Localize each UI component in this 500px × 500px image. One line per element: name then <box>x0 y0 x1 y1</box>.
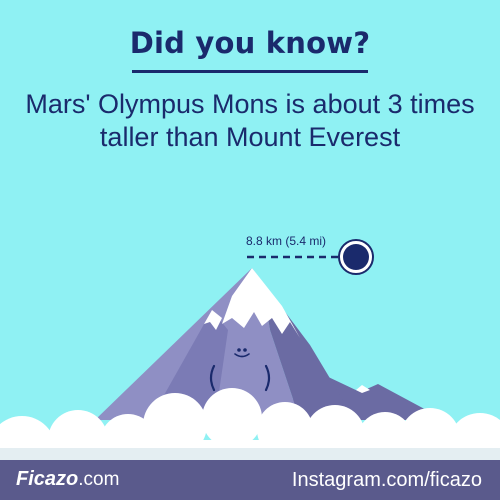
height-marker-dot <box>343 244 369 270</box>
footer-bar: Ficazo.com Instagram.com/ficazo <box>0 460 500 500</box>
brand-tld: .com <box>78 469 120 490</box>
brand-logo[interactable]: Ficazo.com <box>16 468 119 491</box>
height-label: 8.8 km (5.4 mi) <box>246 234 327 248</box>
infographic: Did you know? Mars' Olympus Mons is abou… <box>0 0 500 500</box>
mountain-eye-left <box>237 348 241 352</box>
instagram-link[interactable]: Instagram.com/ficazo <box>292 469 482 492</box>
brand-name: Ficazo <box>16 468 79 490</box>
mountain-eye-right <box>243 348 247 352</box>
mountain-illustration <box>0 239 500 484</box>
